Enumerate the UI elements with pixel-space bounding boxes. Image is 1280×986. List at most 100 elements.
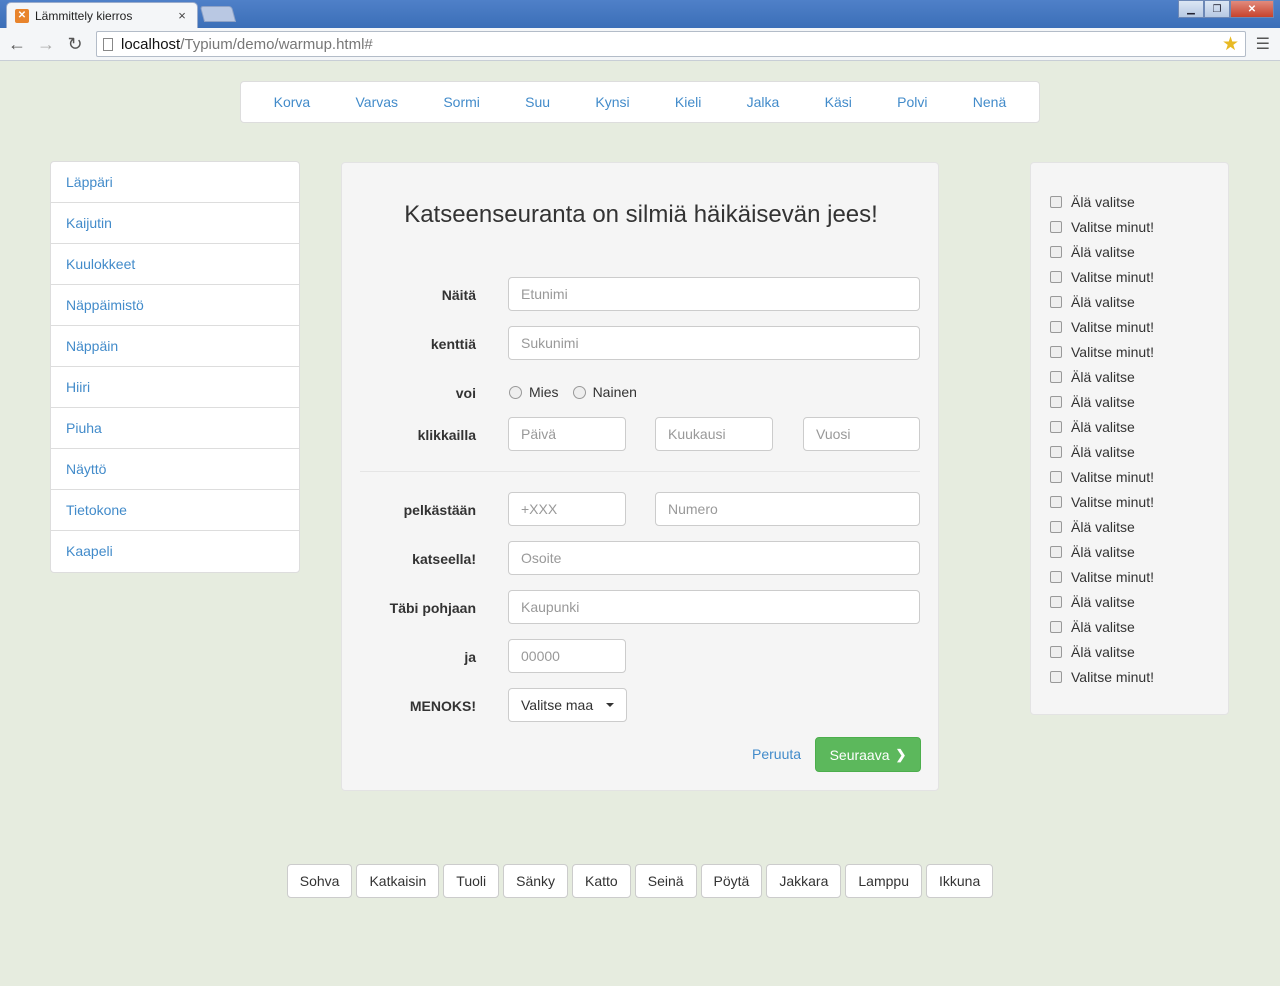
checkbox[interactable] [1050, 670, 1062, 683]
sidebar-item[interactable]: Tietokone [51, 490, 299, 531]
checkbox-label[interactable]: Valitse minut! [1071, 319, 1154, 335]
new-tab-button[interactable] [199, 6, 237, 22]
checkbox-item[interactable]: Valitse minut! [1050, 214, 1228, 239]
checkbox-label[interactable]: Älä valitse [1071, 394, 1135, 410]
sidebar-item[interactable]: Näppäimistö [51, 285, 299, 326]
bottom-button[interactable]: Jakkara [766, 864, 842, 898]
checkbox-item[interactable]: Älä valitse [1050, 414, 1228, 439]
bookmark-star-icon[interactable]: ★ [1222, 33, 1239, 56]
checkbox-label[interactable]: Älä valitse [1071, 619, 1135, 635]
female-radio[interactable] [572, 385, 586, 399]
forward-icon[interactable]: → [34, 32, 58, 56]
checkbox-item[interactable]: Älä valitse [1050, 639, 1228, 664]
restore-icon[interactable]: ❐ [1204, 0, 1230, 18]
checkbox-label[interactable]: Valitse minut! [1071, 494, 1154, 510]
checkbox-item[interactable]: Älä valitse [1050, 439, 1228, 464]
checkbox-item[interactable]: Valitse minut! [1050, 489, 1228, 514]
nav-link[interactable]: Sormi [443, 94, 480, 110]
male-radio[interactable] [509, 385, 522, 399]
nav-link[interactable]: Jalka [747, 94, 780, 110]
sidebar-item[interactable]: Hiiri [51, 367, 299, 408]
checkbox-item[interactable]: Älä valitse [1050, 589, 1228, 614]
checkbox-label[interactable]: Älä valitse [1071, 519, 1135, 535]
nav-link[interactable]: Kieli [675, 94, 701, 110]
male-radio-label[interactable]: Mies [529, 384, 559, 400]
checkbox-label[interactable]: Älä valitse [1071, 594, 1135, 610]
next-button[interactable]: Seuraava ❯ [815, 737, 921, 772]
browser-tab[interactable]: ✕ Lämmittely kierros × [6, 2, 198, 28]
day-input[interactable] [508, 417, 626, 451]
checkbox-label[interactable]: Valitse minut! [1071, 344, 1154, 360]
checkbox-label[interactable]: Älä valitse [1071, 419, 1135, 435]
bottom-button[interactable]: Katto [572, 864, 631, 898]
checkbox-item[interactable]: Älä valitse [1050, 189, 1228, 214]
checkbox-label[interactable]: Valitse minut! [1071, 269, 1154, 285]
nav-link[interactable]: Suu [525, 94, 550, 110]
checkbox-label[interactable]: Älä valitse [1071, 244, 1135, 260]
checkbox-item[interactable]: Älä valitse [1050, 364, 1228, 389]
checkbox-label[interactable]: Älä valitse [1071, 369, 1135, 385]
checkbox-label[interactable]: Älä valitse [1071, 294, 1135, 310]
checkbox-label[interactable]: Älä valitse [1071, 194, 1135, 210]
zip-input[interactable] [508, 639, 626, 673]
close-window-icon[interactable]: ✕ [1230, 0, 1274, 18]
checkbox-label[interactable]: Älä valitse [1071, 644, 1135, 660]
checkbox-label[interactable]: Valitse minut! [1071, 219, 1154, 235]
bottom-button[interactable]: Seinä [634, 864, 697, 898]
checkbox-item[interactable]: Älä valitse [1050, 614, 1228, 639]
checkbox-label[interactable]: Valitse minut! [1071, 569, 1154, 585]
bottom-button[interactable]: Sohva [286, 864, 353, 898]
checkbox[interactable] [1050, 220, 1062, 233]
checkbox[interactable] [1050, 370, 1062, 383]
sidebar-item[interactable]: Kaijutin [51, 203, 299, 244]
checkbox-item[interactable]: Älä valitse [1050, 539, 1228, 564]
checkbox-item[interactable]: Älä valitse [1050, 289, 1228, 314]
bottom-button[interactable]: Pöytä [700, 864, 763, 898]
checkbox[interactable] [1050, 645, 1062, 658]
minimize-icon[interactable]: ▁ [1178, 0, 1204, 18]
sidebar-item[interactable]: Näppäin [51, 326, 299, 367]
checkbox[interactable] [1050, 495, 1062, 508]
tab-close-icon[interactable]: × [175, 8, 189, 23]
checkbox[interactable] [1050, 545, 1062, 558]
bottom-button[interactable]: Ikkuna [925, 864, 994, 898]
checkbox-item[interactable]: Valitse minut! [1050, 339, 1228, 364]
sidebar-item[interactable]: Kaapeli [51, 531, 299, 572]
checkbox-item[interactable]: Älä valitse [1050, 239, 1228, 264]
first-name-input[interactable] [508, 277, 920, 311]
checkbox[interactable] [1050, 345, 1062, 358]
nav-link[interactable]: Käsi [825, 94, 852, 110]
sidebar-item[interactable]: Piuha [51, 408, 299, 449]
menu-icon[interactable]: ☰ [1256, 34, 1270, 54]
sidebar-item[interactable]: Näyttö [51, 449, 299, 490]
checkbox-item[interactable]: Valitse minut! [1050, 564, 1228, 589]
checkbox-item[interactable]: Älä valitse [1050, 514, 1228, 539]
checkbox-item[interactable]: Valitse minut! [1050, 314, 1228, 339]
checkbox[interactable] [1050, 320, 1062, 333]
month-input[interactable] [655, 417, 773, 451]
checkbox[interactable] [1050, 195, 1062, 208]
address-input[interactable] [508, 541, 920, 575]
checkbox[interactable] [1050, 420, 1062, 433]
checkbox[interactable] [1050, 520, 1062, 533]
sidebar-item[interactable]: Kuulokkeet [51, 244, 299, 285]
female-radio-label[interactable]: Nainen [593, 384, 637, 400]
checkbox[interactable] [1050, 595, 1062, 608]
reload-icon[interactable]: ↻ [63, 32, 87, 56]
checkbox[interactable] [1050, 395, 1062, 408]
checkbox[interactable] [1050, 445, 1062, 458]
cancel-link[interactable]: Peruuta [752, 746, 801, 762]
checkbox-label[interactable]: Valitse minut! [1071, 469, 1154, 485]
checkbox[interactable] [1050, 270, 1062, 283]
checkbox-item[interactable]: Valitse minut! [1050, 664, 1228, 689]
checkbox[interactable] [1050, 570, 1062, 583]
phone-number-input[interactable] [655, 492, 920, 526]
bottom-button[interactable]: Katkaisin [356, 864, 440, 898]
checkbox[interactable] [1050, 245, 1062, 258]
checkbox[interactable] [1050, 470, 1062, 483]
last-name-input[interactable] [508, 326, 920, 360]
bottom-button[interactable]: Lamppu [845, 864, 922, 898]
year-input[interactable] [803, 417, 920, 451]
nav-link[interactable]: Varvas [356, 94, 399, 110]
checkbox-label[interactable]: Älä valitse [1071, 444, 1135, 460]
